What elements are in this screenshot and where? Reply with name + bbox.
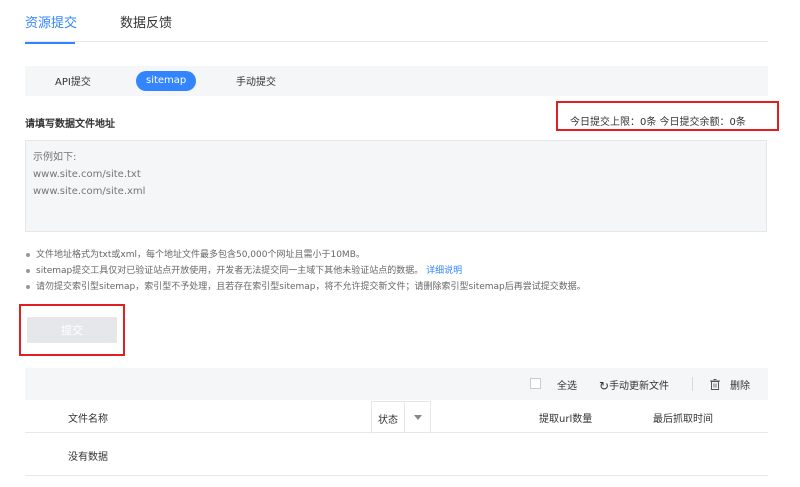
note-text: 文件地址格式为txt或xml，每个地址文件最多包含50,000个网址且需小于10…: [36, 250, 365, 260]
table-row: 没有数据: [25, 434, 768, 476]
tab-manual-submit[interactable]: 手动提交: [236, 73, 276, 88]
col-filename: 文件名称: [68, 414, 108, 425]
refresh-icon: ↻: [599, 379, 610, 393]
toolbar-divider: [692, 377, 693, 391]
select-separator: [404, 402, 405, 432]
sitemap-url-input[interactable]: [25, 140, 767, 232]
note-text: sitemap提交工具仅对已验证站点开放使用，开发者无法提交同一主域下其他未验证…: [36, 266, 424, 276]
tab-label: 资源提交: [25, 16, 78, 31]
note-item: 请勿提交索引型sitemap，索引型不予处理，且若存在索引型sitemap，将不…: [25, 279, 586, 295]
submit-highlight-box: [19, 304, 125, 356]
tab-resource-submit[interactable]: 资源提交: [25, 12, 78, 44]
col-last-crawl: 最后抓取时间: [653, 414, 713, 425]
select-all-checkbox[interactable]: [530, 378, 541, 389]
select-all-label[interactable]: 全选: [557, 377, 577, 392]
form-title: 请填写数据文件地址: [25, 119, 115, 130]
note-item: sitemap提交工具仅对已验证站点开放使用，开发者无法提交同一主域下其他未验证…: [25, 263, 586, 279]
active-tab-indicator: [25, 42, 75, 44]
details-link[interactable]: 详细说明: [426, 266, 462, 276]
note-text: 请勿提交索引型sitemap，索引型不予处理，且若存在索引型sitemap，将不…: [36, 282, 586, 292]
quota-highlight-box: [556, 101, 779, 131]
empty-state-text: 没有数据: [68, 452, 108, 463]
delete-button[interactable]: 删除: [710, 377, 750, 392]
caret-down-icon: [414, 415, 422, 420]
top-tab-bar: 资源提交 数据反馈: [25, 0, 768, 44]
tab-label: 数据反馈: [120, 16, 173, 31]
submit-method-tabs: API提交 sitemap 手动提交: [25, 66, 768, 96]
refresh-label: 手动更新文件: [609, 381, 670, 392]
help-notes: 文件地址格式为txt或xml，每个地址文件最多包含50,000个网址且需小于10…: [25, 247, 586, 295]
note-item: 文件地址格式为txt或xml，每个地址文件最多包含50,000个网址且需小于10…: [25, 247, 586, 263]
tab-api-submit[interactable]: API提交: [55, 73, 91, 88]
status-filter-select[interactable]: 状态: [371, 401, 431, 433]
trash-icon: [710, 379, 720, 390]
tab-sitemap[interactable]: sitemap: [136, 71, 197, 91]
status-label: 状态: [378, 415, 398, 426]
refresh-files-button[interactable]: ↻手动更新文件: [599, 377, 670, 393]
col-url-count: 提取url数量: [539, 414, 593, 425]
table-toolbar: 全选 ↻手动更新文件 删除: [25, 368, 768, 400]
delete-label: 删除: [730, 381, 750, 392]
table-header: 文件名称 状态 提取url数量 最后抓取时间: [25, 400, 768, 433]
tab-data-feedback[interactable]: 数据反馈: [120, 12, 172, 31]
